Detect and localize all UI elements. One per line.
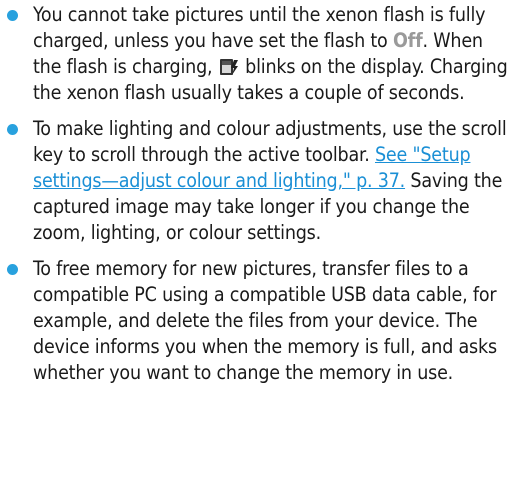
flash-charging-icon: [219, 59, 238, 75]
bullet-item-memory: To free memory for new pictures, transfe…: [0, 256, 514, 386]
bullet-list: You cannot take pictures until the xenon…: [0, 2, 514, 396]
bullet-dot-icon: [7, 10, 18, 21]
bullet-dot-icon: [7, 124, 18, 135]
bullet-text: To free memory for new pictures, transfe…: [33, 257, 497, 384]
bullet-item-flash: You cannot take pictures until the xenon…: [0, 2, 514, 106]
bullet-item-lighting: To make lighting and colour adjustments,…: [0, 116, 514, 246]
flash-off-keyword: Off: [392, 29, 423, 52]
manual-page: You cannot take pictures until the xenon…: [0, 0, 514, 482]
bullet-dot-icon: [7, 264, 18, 275]
